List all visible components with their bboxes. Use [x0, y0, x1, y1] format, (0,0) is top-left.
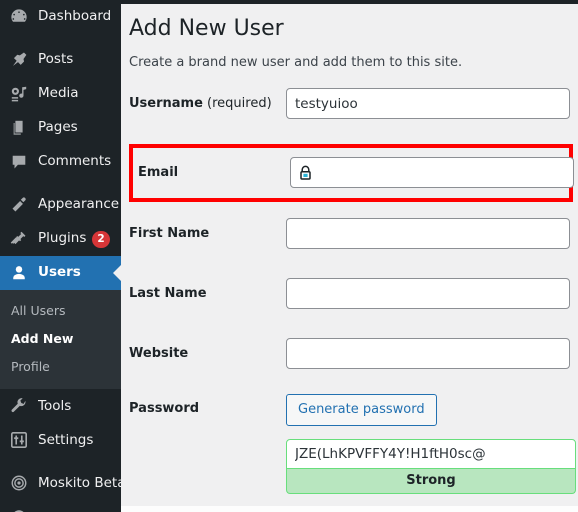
- last-name-field-wrap: [286, 278, 570, 310]
- sidebar-item-users[interactable]: Users: [0, 256, 121, 290]
- menu-separator: [0, 34, 121, 43]
- email-field-wrap: [290, 157, 574, 189]
- menu-separator: [0, 457, 121, 466]
- form-row-last-name: Last Name: [129, 274, 570, 314]
- sidebar-item-plugins[interactable]: Plugins 2: [0, 222, 121, 256]
- sidebar-item-comments[interactable]: Comments: [0, 145, 121, 179]
- password-strength-indicator: Strong: [286, 469, 576, 495]
- sidebar-item-tools[interactable]: Tools: [0, 389, 121, 423]
- website-field-wrap: [286, 338, 570, 370]
- website-input[interactable]: [286, 338, 570, 370]
- circle-icon: [9, 507, 29, 512]
- sidebar-item-label: Appearance: [38, 198, 120, 212]
- wrench-icon: [9, 396, 29, 416]
- users-submenu: All Users Add New Profile: [0, 290, 121, 390]
- sidebar-item-settings[interactable]: Settings: [0, 423, 121, 457]
- sidebar-item-appearance[interactable]: Appearance: [0, 188, 121, 222]
- email-row-highlight-box: Email: [129, 143, 574, 202]
- submenu-item-all-users[interactable]: All Users: [0, 297, 121, 325]
- sidebar-item-media[interactable]: Media: [0, 77, 121, 111]
- sidebar-item-label: Tools: [38, 399, 72, 414]
- password-input[interactable]: [286, 439, 576, 470]
- username-label-text: Username: [129, 96, 203, 112]
- sidebar-item-label: Plugins: [38, 232, 87, 246]
- password-label: Password: [129, 400, 200, 416]
- main-content-area: Add New User Create a brand new user and…: [121, 4, 578, 512]
- admin-sidebar-menu: Dashboard Posts Media Pages Comments App…: [0, 0, 121, 512]
- email-input[interactable]: [290, 157, 574, 189]
- username-field-wrap: [286, 88, 570, 120]
- sidebar-item-label: Settings: [38, 433, 94, 448]
- sidebar-item-moskito-beta[interactable]: Moskito Beta: [0, 466, 121, 500]
- pages-icon: [9, 118, 29, 138]
- submenu-item-profile[interactable]: Profile: [0, 353, 121, 381]
- first-name-input[interactable]: [286, 218, 570, 250]
- sidebar-item-label: Users: [38, 266, 81, 280]
- generate-password-button[interactable]: Generate password: [286, 393, 437, 427]
- menu-separator: [0, 179, 121, 188]
- form-row-password: Password Generate password Strong: [129, 393, 576, 495]
- password-field-wrap: Generate password Strong: [286, 393, 576, 495]
- sidebar-item-label: Media: [38, 87, 79, 101]
- last-name-input[interactable]: [286, 278, 570, 310]
- sidebar-item-label: Dashboard: [38, 10, 112, 24]
- bullseye-icon: [9, 473, 29, 493]
- form-row-website: Website: [129, 334, 570, 374]
- sidebar-item-label: Moskito Beta: [38, 476, 121, 491]
- first-name-label: First Name: [129, 226, 210, 242]
- plug-icon: [9, 229, 29, 249]
- comment-bubble-icon: [9, 152, 29, 172]
- media-icon: [9, 84, 29, 104]
- password-input-group: Strong: [286, 439, 576, 495]
- sidebar-item-partial-bottom[interactable]: [0, 500, 121, 512]
- sidebar-item-label: Pages: [38, 121, 78, 135]
- content-bottom-strip: [121, 506, 578, 512]
- dashboard-icon: [9, 7, 29, 27]
- page-subtitle: Create a brand new user and add them to …: [129, 54, 463, 70]
- sidebar-item-pages[interactable]: Pages: [0, 111, 121, 145]
- username-input[interactable]: [286, 88, 570, 120]
- sidebar-item-posts[interactable]: Posts: [0, 43, 121, 77]
- last-name-label: Last Name: [129, 286, 207, 302]
- pin-icon: [9, 50, 29, 70]
- email-label: Email: [138, 165, 179, 181]
- paintbrush-icon: [9, 195, 29, 215]
- website-label: Website: [129, 346, 189, 362]
- submenu-item-add-new[interactable]: Add New: [0, 325, 121, 353]
- wordpress-admin-screen: Dashboard Posts Media Pages Comments App…: [0, 0, 578, 512]
- sidebar-item-label: Comments: [38, 155, 112, 169]
- create-user-form: Username (required) Email: [129, 84, 576, 495]
- form-row-username: Username (required): [129, 84, 570, 124]
- page-title: Add New User: [129, 16, 284, 41]
- form-row-first-name: First Name: [129, 214, 570, 254]
- user-icon: [9, 263, 29, 283]
- sliders-icon: [9, 430, 29, 450]
- plugins-update-badge: 2: [92, 230, 110, 248]
- sidebar-item-label: Posts: [38, 53, 74, 67]
- username-required-suffix: (required): [202, 96, 272, 112]
- first-name-field-wrap: [286, 218, 570, 250]
- username-label: Username (required): [129, 96, 286, 111]
- sidebar-item-dashboard[interactable]: Dashboard: [0, 0, 121, 34]
